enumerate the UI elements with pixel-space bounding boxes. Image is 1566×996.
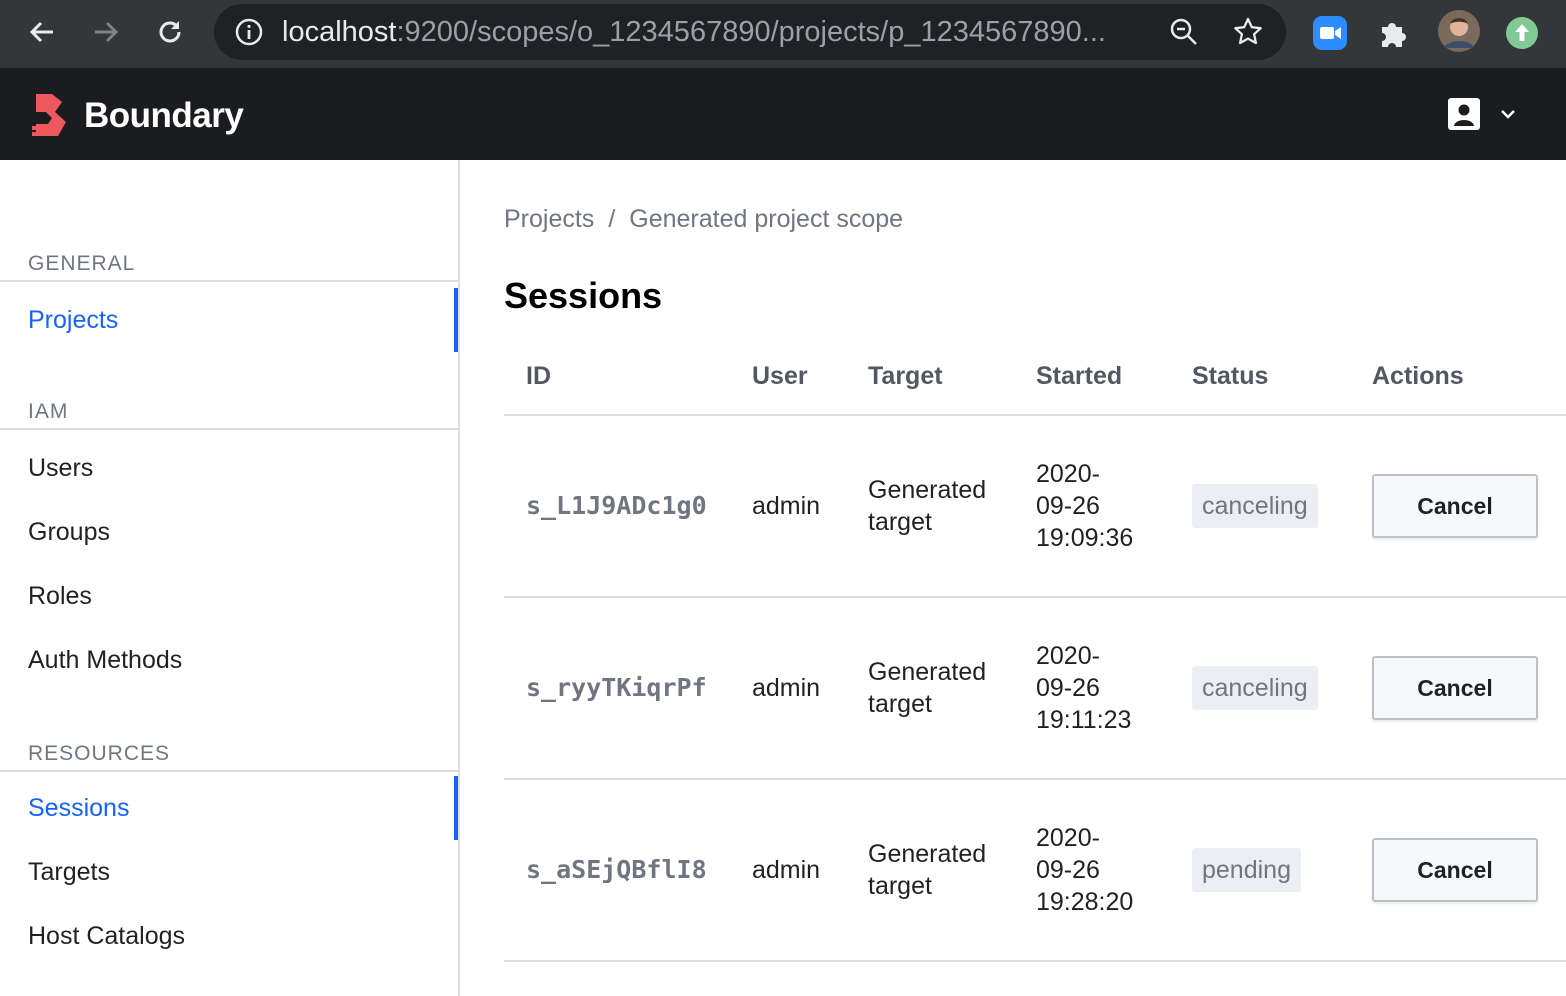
sidebar-item-label: Roles [28,581,92,610]
session-id[interactable]: s_L1J9ADc1g0 [526,490,707,522]
column-header-actions: Actions [1372,362,1464,390]
status-badge: canceling [1192,484,1318,528]
table-row: s_ryyTKiqrPf admin Generated target 2020… [504,598,1566,780]
sidebar: GENERAL Projects IAM Users Groups Roles … [0,160,460,996]
breadcrumb-current: Generated project scope [629,205,904,233]
table-row: s_aSEjQBflI8 admin Generated target 2020… [504,780,1566,962]
column-header-id: ID [526,362,551,390]
sidebar-item-targets[interactable]: Targets [0,840,458,904]
column-header-status: Status [1192,362,1269,390]
reload-icon[interactable] [148,10,192,54]
breadcrumb-projects-link[interactable]: Projects [504,205,594,233]
page-title: Sessions [504,275,663,316]
cancel-session-button[interactable]: Cancel [1372,474,1538,538]
sidebar-section-iam: IAM [0,400,458,430]
sidebar-item-label: Sessions [28,793,130,822]
session-user: admin [752,674,821,702]
session-started: 2020- 09-26 19:28:20 [1036,822,1166,918]
session-target: Generated target [868,476,987,536]
zoom-icon[interactable] [1168,16,1200,48]
app-header: Boundary [0,68,1566,160]
sidebar-section-title: IAM [28,400,69,423]
update-icon[interactable] [1505,16,1539,50]
sidebar-section-title: GENERAL [28,252,136,275]
sidebar-item-sessions[interactable]: Sessions [0,776,458,840]
started-date-part2: 09-26 [1036,492,1100,520]
sidebar-item-label: Users [28,453,94,482]
started-time: 19:09:36 [1036,524,1134,552]
sidebar-item-label: Groups [28,517,110,546]
session-user: admin [752,856,821,884]
cancel-session-button[interactable]: Cancel [1372,656,1538,720]
sidebar-item-label: Targets [28,857,110,886]
session-target: Generated target [868,658,987,718]
column-header-user: User [752,362,808,390]
sidebar-section-resources: RESOURCES [0,742,458,772]
sidebar-item-groups[interactable]: Groups [0,500,458,564]
sidebar-item-label: Host Catalogs [28,921,186,950]
url-host: localhost [282,16,397,48]
user-menu[interactable] [1446,96,1526,134]
session-user: admin [752,492,821,520]
column-header-started: Started [1036,362,1123,390]
started-date-part2: 09-26 [1036,856,1100,884]
started-date-part1: 2020- [1036,642,1100,670]
sessions-table: ID User Target Started Status Actions s_… [504,340,1566,962]
sidebar-item-roles[interactable]: Roles [0,564,458,628]
breadcrumb-separator: / [608,205,616,233]
brand-name: Boundary [84,96,244,135]
cancel-session-button[interactable]: Cancel [1372,838,1538,902]
url-path: :9200/scopes/o_1234567890/projects/p_123… [396,16,1106,48]
column-header-target: Target [868,362,943,390]
session-id[interactable]: s_ryyTKiqrPf [526,672,707,704]
session-started: 2020- 09-26 19:11:23 [1036,640,1166,736]
breadcrumb: Projects / Generated project scope [504,204,903,234]
started-date-part2: 09-26 [1036,674,1100,702]
session-target: Generated target [868,840,987,900]
boundary-logo-icon[interactable] [32,94,68,136]
info-icon[interactable] [234,17,264,47]
sidebar-section-general: GENERAL [0,252,458,282]
sidebar-item-users[interactable]: Users [0,436,458,500]
url-text: localhost:9200/scopes/o_1234567890/proje… [282,15,1162,49]
sidebar-item-label: Projects [28,305,119,334]
started-date-part1: 2020- [1036,824,1100,852]
profile-avatar[interactable] [1438,10,1480,52]
address-bar[interactable]: localhost:9200/scopes/o_1234567890/proje… [214,4,1286,60]
status-badge: pending [1192,848,1301,892]
sidebar-item-host-catalogs[interactable]: Host Catalogs [0,904,458,968]
session-started: 2020- 09-26 19:09:36 [1036,458,1166,554]
sidebar-section-title: RESOURCES [28,742,171,765]
status-badge: canceling [1192,666,1318,710]
started-date-part1: 2020- [1036,460,1100,488]
table-header: ID User Target Started Status Actions [504,340,1566,416]
sidebar-item-projects[interactable]: Projects [0,288,458,352]
star-icon[interactable] [1232,16,1264,48]
sidebar-item-auth-methods[interactable]: Auth Methods [0,628,458,692]
browser-toolbar: localhost:9200/scopes/o_1234567890/proje… [0,0,1566,68]
zoom-meeting-extension-icon[interactable] [1313,16,1347,50]
forward-arrow-icon[interactable] [84,10,128,54]
started-time: 19:28:20 [1036,888,1134,916]
table-row: s_L1J9ADc1g0 admin Generated target 2020… [504,416,1566,598]
sidebar-item-label: Auth Methods [28,645,183,674]
started-time: 19:11:23 [1036,706,1132,734]
puzzle-extension-icon[interactable] [1377,16,1411,50]
session-id[interactable]: s_aSEjQBflI8 [526,854,707,886]
back-arrow-icon[interactable] [20,10,64,54]
